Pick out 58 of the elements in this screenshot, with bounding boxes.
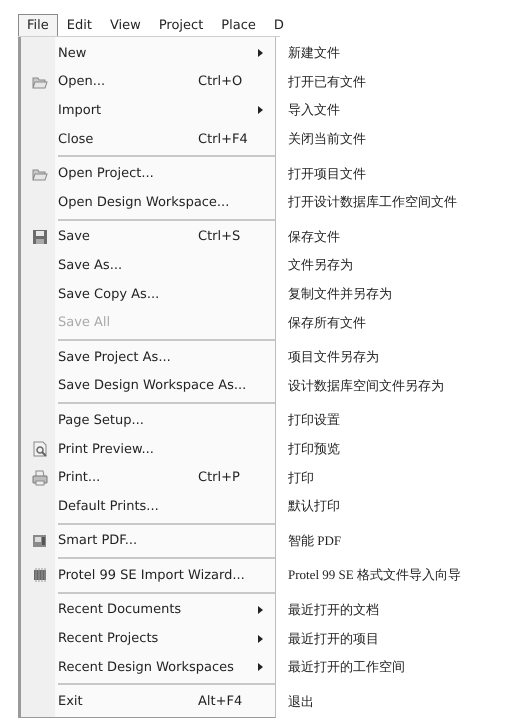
annotation-text: 退出 [288, 692, 314, 711]
menu-bar-item[interactable]: File [18, 14, 58, 36]
menu-bar-item[interactable]: View [100, 14, 150, 36]
annotation-text: 智能 PDF [288, 532, 342, 550]
annotation-text: 最近打开的工作空间 [288, 658, 405, 676]
annotation-text: 导入文件 [288, 101, 340, 120]
menu-item[interactable]: Import [21, 96, 275, 125]
annotation-text: 关闭当前文件 [288, 130, 366, 148]
annotation-text: 复制文件并另存为 [288, 285, 392, 304]
menu-item[interactable]: Exit Alt+F4 [21, 687, 275, 716]
menu-item[interactable]: Recent Documents [21, 596, 275, 624]
menu-item[interactable]: Print Preview... [21, 434, 275, 464]
menu-item[interactable]: Recent Projects [21, 624, 275, 653]
menu-bar-item[interactable]: D [264, 14, 285, 36]
menu-item[interactable]: Open... Ctrl+O [21, 68, 275, 96]
menu-item[interactable]: Save Copy As... [21, 280, 275, 308]
menu-item[interactable]: Protel 99 SE Import Wizard... [21, 561, 275, 590]
menu-item[interactable]: Save Ctrl+S [21, 222, 275, 252]
annotation-text: 保存文件 [288, 228, 340, 246]
annotation-text: 新建文件 [288, 44, 340, 62]
annotation-text: 最近打开的项目 [288, 630, 379, 648]
menu-item[interactable]: Smart PDF... [21, 526, 275, 556]
annotation-text: 保存所有文件 [288, 314, 366, 332]
menu-item[interactable]: Recent Design Workspaces [21, 652, 275, 682]
menu-bar-item[interactable]: Edit [58, 14, 101, 36]
printer-icon [32, 470, 48, 486]
menu-item[interactable]: Page Setup... [21, 406, 275, 435]
annotation-text: 打印设置 [288, 411, 340, 430]
annotation-text: 打印预览 [288, 440, 340, 458]
menu-item[interactable]: Default Prints... [21, 492, 275, 520]
menu-item[interactable]: Open Design Workspace... [21, 188, 275, 217]
shortcut-text: Alt+F4 [198, 694, 244, 710]
annotation-text: 打开设计数据库工作空间文件 [288, 193, 457, 212]
annotation-text: 打开项目文件 [288, 164, 366, 183]
annotation-text: 打印 [288, 468, 314, 487]
shortcut-text: Ctrl+S [198, 229, 242, 244]
shortcut-text: Ctrl+P [198, 470, 241, 486]
menu-bar-item[interactable]: Project [150, 14, 212, 36]
chip-icon [32, 567, 48, 584]
menu-item[interactable]: Save Project As... [21, 342, 275, 372]
menu-item[interactable]: Close Ctrl+F4 [21, 124, 275, 154]
annotation-text: Protel 99 SE 格式文件导入向导 [288, 566, 461, 584]
print-preview-icon [32, 441, 48, 458]
shortcut-text: Ctrl+F4 [198, 132, 249, 147]
menu-item[interactable]: Save As... [21, 251, 275, 280]
annotation-text: 项目文件另存为 [288, 348, 379, 366]
shortcut-text: Ctrl+O [198, 74, 244, 90]
menu-item[interactable]: Print... Ctrl+P [21, 463, 275, 492]
annotation-text: 打开已有文件 [288, 72, 366, 91]
annotation-text: 最近打开的文档 [288, 600, 379, 619]
annotation-text: 默认打印 [288, 497, 340, 516]
menu-item[interactable]: New [21, 39, 275, 68]
annotation-text: 文件另存为 [288, 256, 353, 274]
annotation-text: 设计数据库空间文件另存为 [288, 376, 444, 395]
document-icon [32, 532, 48, 549]
menu-item[interactable]: Save Design Workspace As... [21, 372, 275, 400]
menu-item[interactable]: Open Project... [21, 159, 275, 188]
menu-bar-item[interactable]: Place [212, 14, 265, 36]
